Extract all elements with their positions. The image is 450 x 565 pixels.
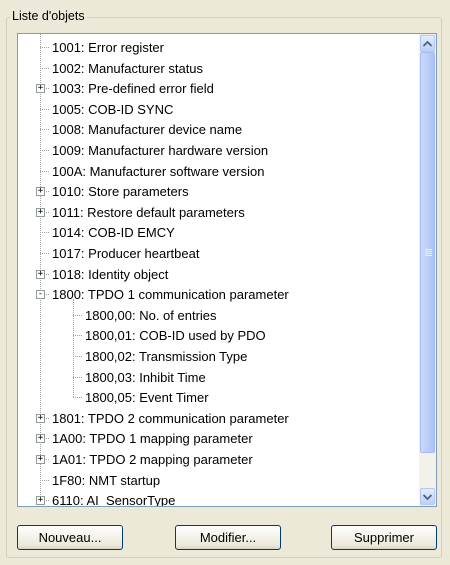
group-title: Liste d'objets	[10, 8, 87, 24]
tree-branch-line	[73, 397, 82, 399]
tree-item[interactable]: 1005: COB-ID SYNC	[18, 99, 419, 120]
tree-item-label: 1800,03: Inhibit Time	[85, 369, 206, 385]
tree-item[interactable]: 1800,02: Transmission Type	[18, 346, 419, 367]
tree-item[interactable]: 1017: Producer heartbeat	[18, 243, 419, 264]
tree-item[interactable]: -1800: TPDO 1 communication parameter	[18, 284, 419, 305]
expand-icon[interactable]: +	[36, 455, 45, 464]
scroll-thumb[interactable]	[420, 52, 435, 454]
tree-item[interactable]: 1001: Error register	[18, 37, 419, 58]
tree-item-label: 1014: COB-ID EMCY	[52, 225, 175, 241]
grip-line	[425, 248, 432, 250]
expand-icon[interactable]: +	[36, 496, 45, 506]
tree-item-label: 1009: Manufacturer hardware version	[52, 143, 269, 158]
tree-branch-line	[73, 356, 82, 357]
tree-branch-line	[40, 232, 49, 234]
delete-button[interactable]: Supprimer	[331, 525, 437, 550]
tree-item[interactable]: 1009: Manufacturer hardware version	[18, 140, 419, 161]
expand-icon[interactable]: +	[36, 187, 45, 197]
grip-line	[425, 250, 432, 252]
tree-item-label: 1A00: TPDO 1 mapping parameter	[52, 431, 253, 447]
tree-item-label: 1008: Manufacturer device name	[52, 122, 243, 138]
tree-branch-line	[40, 170, 49, 172]
tree-item[interactable]: +1801: TPDO 2 communication parameter	[18, 408, 419, 429]
tree-item[interactable]: +1011: Restore default parameters	[18, 202, 419, 223]
tree-item-label: 100A: Manufacturer software version	[52, 163, 265, 179]
grip-line	[425, 252, 432, 254]
tree-branch-line	[73, 335, 82, 337]
tree-item-label: 1800: TPDO 1 communication parameter	[52, 287, 289, 303]
collapse-icon[interactable]: -	[36, 290, 45, 300]
tree-item[interactable]: +1010: Store parameters	[18, 181, 419, 202]
tree-item-label: 1800,00: No. of entries	[85, 307, 217, 323]
expand-icon[interactable]: +	[36, 434, 45, 444]
tree-item-label: 1800,02: Transmission Type	[85, 349, 248, 364]
tree-item-label: 1010: Store parameters	[52, 184, 189, 200]
tree-item-label: 1801: TPDO 2 communication parameter	[52, 410, 289, 426]
tree-branch-line	[40, 129, 49, 131]
tree-branch-line	[40, 479, 49, 481]
tree-branch-line	[40, 67, 49, 69]
tree-item-label: 1018: Identity object	[52, 266, 169, 282]
tree-item[interactable]: 1800,01: COB-ID used by PDO	[18, 325, 419, 346]
arrow-up-icon	[423, 40, 432, 47]
tree-item-label: 1800,01: COB-ID used by PDO	[85, 328, 266, 344]
tree-branch-line	[40, 253, 49, 254]
tree-item-label: 1F80: NMT startup	[52, 472, 161, 488]
tree-item[interactable]: 1800,03: Inhibit Time	[18, 367, 419, 388]
tree-branch-line	[73, 376, 82, 378]
tree-item-label: 1003: Pre-defined error field	[52, 81, 214, 97]
tree-item[interactable]: 1800,00: No. of entries	[18, 305, 419, 326]
tree-branch-line	[40, 108, 49, 110]
new-button[interactable]: Nouveau...	[17, 525, 123, 550]
scroll-up-button[interactable]	[420, 35, 435, 52]
tree-item[interactable]: 1800,05: Event Timer	[18, 387, 419, 408]
modify-button[interactable]: Modifier...	[175, 525, 281, 550]
scroll-down-button[interactable]	[420, 488, 435, 505]
tree-item-label: 1001: Error register	[52, 40, 164, 55]
tree-item-label: 1005: COB-ID SYNC	[52, 101, 174, 117]
tree-item[interactable]: +1A01: TPDO 2 mapping parameter	[18, 449, 419, 470]
expand-icon[interactable]: +	[36, 269, 45, 279]
tree-item[interactable]: +1018: Identity object	[18, 264, 419, 285]
tree-branch-line	[73, 314, 82, 316]
tree-item[interactable]: +6110: AI_SensorType	[18, 490, 419, 506]
tree-item-label: 6110: AI_SensorType	[52, 493, 176, 506]
expand-icon[interactable]: +	[36, 413, 45, 423]
arrow-down-icon	[423, 493, 432, 500]
tree-item-label: 1002: Manufacturer status	[52, 60, 204, 76]
tree-content: 1001: Error register 1002: Manufacturer s…	[18, 34, 419, 506]
expand-icon[interactable]: +	[36, 84, 45, 94]
tree-item-label: 1011: Restore default parameters	[52, 204, 245, 220]
expand-icon[interactable]: +	[36, 207, 45, 217]
tree-item[interactable]: 1014: COB-ID EMCY	[18, 222, 419, 243]
tree-item[interactable]: 1F80: NMT startup	[18, 470, 419, 491]
tree-item[interactable]: 100A: Manufacturer software version	[18, 161, 419, 182]
tree-item[interactable]: 1008: Manufacturer device name	[18, 119, 419, 140]
vertical-scrollbar[interactable]	[419, 34, 436, 506]
tree-item-label: 1A01: TPDO 2 mapping parameter	[52, 452, 253, 467]
tree-item-label: 1800,05: Event Timer	[85, 390, 209, 406]
object-tree[interactable]: 1001: Error register 1002: Manufacturer s…	[17, 33, 437, 507]
grip-line	[425, 254, 432, 256]
tree-item[interactable]: +1003: Pre-defined error field	[18, 78, 419, 99]
tree-branch-line	[40, 150, 49, 151]
tree-item-label: 1017: Producer heartbeat	[52, 246, 200, 261]
tree-branch-line	[40, 47, 49, 48]
tree-item[interactable]: +1A00: TPDO 1 mapping parameter	[18, 428, 419, 449]
tree-item[interactable]: 1002: Manufacturer status	[18, 58, 419, 79]
